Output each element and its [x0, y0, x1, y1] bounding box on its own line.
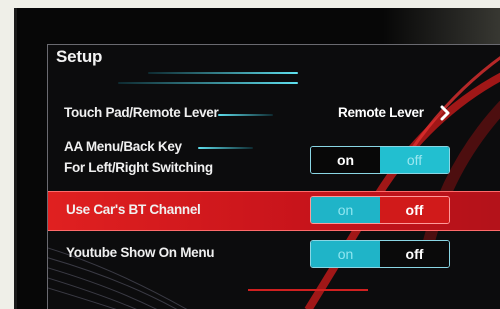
aa-menu-toggle[interactable]: on off — [310, 146, 450, 174]
device-bezel: Setup Touch Pad/Remote Lever Remote Leve… — [14, 8, 500, 309]
toggle-on-option[interactable]: on — [311, 197, 380, 223]
setting-label: Use Car's BT Channel — [66, 202, 201, 217]
setting-row-youtube-show-on-menu: Youtube Show On Menu on off — [48, 237, 500, 271]
chevron-right-icon[interactable] — [440, 105, 450, 121]
toggle-on-option[interactable]: on — [311, 241, 380, 267]
youtube-menu-toggle[interactable]: on off — [310, 240, 450, 268]
title-underline-decoration — [148, 72, 298, 74]
setting-label: Youtube Show On Menu — [66, 245, 215, 260]
bt-channel-toggle[interactable]: on off — [310, 196, 450, 224]
setting-row-aa-menu-back-key: AA Menu/Back Key For Left/Right Switchin… — [48, 137, 500, 181]
title-underline-decoration — [118, 82, 298, 84]
setting-value: Remote Lever — [338, 105, 424, 120]
page-title: Setup — [56, 47, 103, 66]
setting-label-line-1: AA Menu/Back Key — [64, 139, 182, 154]
label-underline-decoration — [198, 147, 253, 149]
label-underline-decoration — [218, 114, 273, 116]
setting-row-touchpad-remote[interactable]: Touch Pad/Remote Lever Remote Lever — [48, 103, 500, 133]
setup-screen: Setup Touch Pad/Remote Lever Remote Leve… — [47, 44, 500, 309]
toggle-off-option[interactable]: off — [380, 147, 449, 173]
setting-label: Touch Pad/Remote Lever — [64, 105, 219, 120]
setting-row-use-car-bt-channel[interactable]: Use Car's BT Channel on off — [48, 191, 500, 229]
toggle-off-option[interactable]: off — [380, 241, 449, 267]
toggle-on-option[interactable]: on — [311, 147, 380, 173]
setting-label-line-2: For Left/Right Switching — [64, 160, 213, 175]
toggle-off-option[interactable]: off — [380, 197, 449, 223]
